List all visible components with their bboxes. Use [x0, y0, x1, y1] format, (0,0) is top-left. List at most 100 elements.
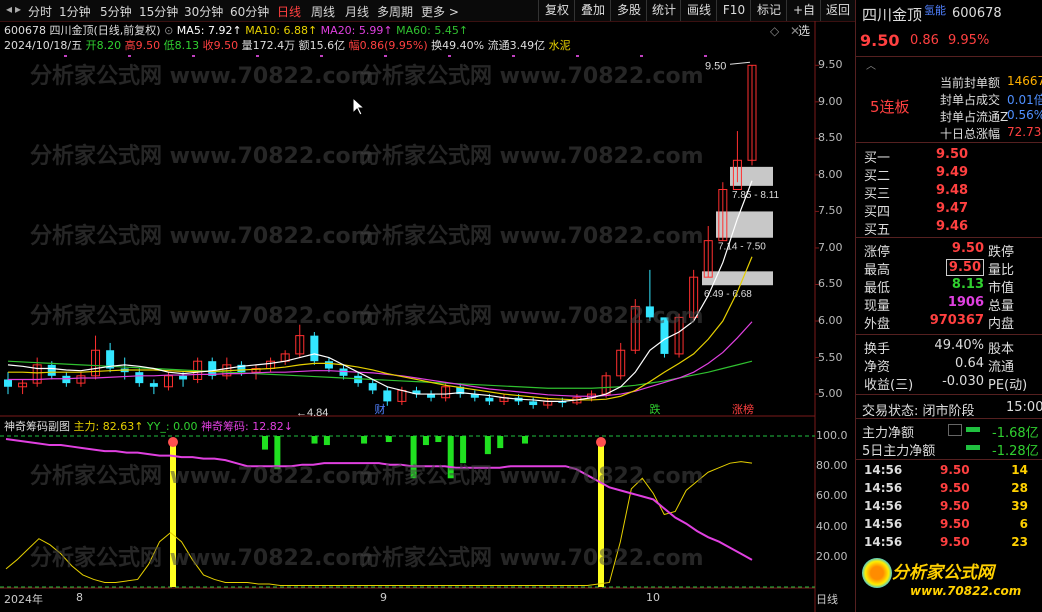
toolbar-button[interactable]: 返回 [820, 0, 855, 21]
timeframe-tab[interactable]: 1分钟 [59, 3, 91, 20]
stats-label: 最低 [864, 281, 891, 296]
toolbar-button[interactable]: 统计 [646, 0, 681, 21]
tick-price: 9.50 [940, 535, 970, 549]
seal-info-label: 十日总涨幅 [940, 127, 1001, 141]
tick-row: 14:56 9.50 28 [864, 481, 1042, 499]
timeframe-tab[interactable]: 15分钟 [139, 3, 178, 20]
price-tick: 7.50 [818, 204, 843, 218]
stats-value: 8.13 [951, 277, 984, 292]
toolbar-button[interactable]: +自选 [786, 0, 821, 38]
timeframe-tab[interactable]: 30分钟 [184, 3, 223, 20]
net-main-icon[interactable] [948, 424, 962, 436]
chip-bar [385, 436, 392, 443]
indicator-tick: 60.00 [816, 489, 848, 503]
concept-tag[interactable]: 氢能 [924, 2, 946, 18]
stats-value: 1906 [947, 295, 984, 310]
yellow-line [5, 461, 753, 586]
timeframe-tab[interactable]: 更多 > [421, 3, 459, 20]
stats-row: 收益(三) -0.030 PE(动) [864, 374, 1042, 393]
toolbar-button[interactable]: F10 [716, 0, 751, 21]
stock-code: 600678 [952, 6, 1002, 21]
stats-label: 涨停 [864, 245, 891, 260]
toolbar-button[interactable]: 复权 [538, 0, 575, 21]
toolbar-button[interactable]: 多股 [610, 0, 647, 21]
bid-row: 买五 9.46 [864, 219, 1042, 238]
candle-body [310, 335, 319, 362]
net-main-value: -1.68亿 [992, 426, 1039, 441]
seal-info-value: 0.01倍 [1007, 93, 1042, 107]
toolbar-button[interactable]: 画线 [680, 0, 717, 21]
divider [856, 459, 1042, 460]
divider [856, 142, 1042, 143]
stats-row: 涨停 9.50 跌停 [864, 241, 1042, 260]
candle-body [368, 383, 377, 391]
divider [856, 56, 1042, 57]
sub-chart-title: 神奇筹码副图 [4, 420, 70, 433]
low-annotation: ←4.84 [296, 407, 328, 419]
nav-next-icon[interactable]: ▸ [15, 2, 21, 16]
chip-bar [274, 436, 281, 470]
signal-bar [598, 442, 604, 587]
price-tick: 8.50 [818, 131, 843, 145]
stats-label-2: 股本 [988, 342, 1015, 357]
stats-value: 9.50 [945, 259, 984, 276]
candle-body [4, 379, 12, 387]
timeframe-tab[interactable]: 60分钟 [230, 3, 269, 20]
timeframe-tab[interactable]: 5分钟 [100, 3, 132, 20]
trade-time: 15:00 [1006, 400, 1042, 415]
timeframe-tab[interactable]: 日线 [277, 3, 301, 20]
candle-body [149, 383, 158, 387]
chip-bar [460, 436, 467, 464]
net-5d-bar [966, 445, 980, 450]
collapse-icon[interactable]: ︿ [866, 57, 876, 72]
top-marker [192, 55, 195, 57]
timeframe-tab[interactable]: 月线 [345, 3, 369, 20]
timeframe-tab[interactable]: 周线 [311, 3, 335, 20]
stats-value: 0.64 [955, 356, 984, 371]
candle-body [529, 401, 538, 406]
timeframe-tab[interactable]: 分时 [28, 3, 52, 20]
logo-box: 分析家公式网 www.70822.com [856, 552, 1042, 612]
bid-label: 买四 [864, 205, 891, 220]
tick-volume: 6 [1019, 517, 1028, 531]
timeframe-tab[interactable]: 多周期 [377, 3, 413, 20]
logo-text: 分析家公式网 [892, 563, 994, 583]
chip-bar [497, 436, 504, 449]
nav-prev-icon[interactable]: ◂ [6, 2, 12, 16]
stats-label-2: PE(动) [988, 378, 1028, 393]
time-tick: 10 [646, 591, 660, 604]
time-tick: 日线 [816, 593, 838, 606]
candle-body [47, 364, 56, 376]
ma5-line [7, 180, 753, 402]
seal-info-label: 封单占成交 [940, 93, 1001, 107]
stats-label-2: 跌停 [988, 245, 1015, 260]
toolbar-button[interactable]: 叠加 [574, 0, 611, 21]
toolbar-button[interactable]: 标记 [750, 0, 787, 21]
tick-row: 14:56 9.50 39 [864, 499, 1042, 517]
stats-value: 49.40% [934, 338, 984, 353]
seal-info-row: 十日总涨幅 72.73% [864, 125, 1042, 143]
event-marker: 跌 [650, 402, 661, 416]
stats-label-2: 量比 [988, 263, 1015, 278]
price-tick: 6.00 [818, 314, 843, 328]
time-tick: 2024年 [4, 593, 43, 606]
top-marker [320, 55, 323, 57]
chip-bar [447, 436, 454, 479]
price-tick: 7.00 [818, 240, 843, 254]
gap-box-1-label: 7.85 - 8.11 [732, 190, 780, 201]
stats-label: 换手 [864, 342, 891, 357]
tick-volume: 14 [1011, 463, 1028, 477]
stats-value: 9.50 [951, 241, 984, 256]
bid-price: 9.49 [936, 165, 969, 180]
signal-dot [168, 437, 178, 448]
stats-row: 换手 49.40% 股本 [864, 338, 1042, 357]
stats-row: 最高 9.50 量比 [864, 259, 1042, 278]
tick-volume: 39 [1011, 499, 1028, 513]
stats-row: 净资 0.64 流通 [864, 356, 1042, 375]
tick-time: 14:56 [864, 535, 903, 549]
tick-row: 14:56 9.50 14 [864, 463, 1042, 481]
chip-bar [262, 436, 268, 450]
candle-body [660, 317, 669, 354]
tick-price: 9.50 [940, 517, 970, 531]
logo-url: www.70822.com [910, 584, 1022, 598]
